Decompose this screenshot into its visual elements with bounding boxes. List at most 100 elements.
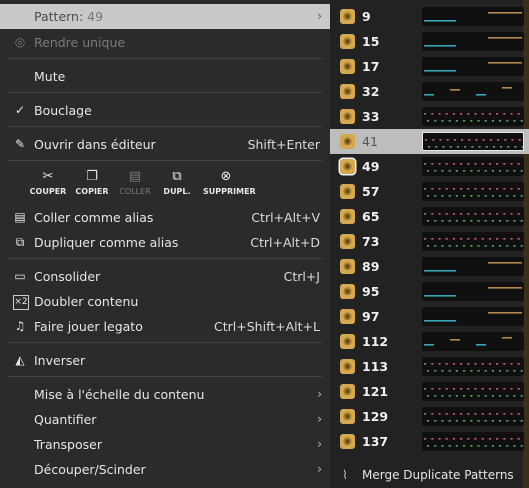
- pattern-number: 17: [362, 59, 380, 74]
- pattern-item[interactable]: ◉ 129: [330, 404, 529, 429]
- pattern-icon: ◉: [340, 434, 355, 449]
- pattern-preview-notes: [424, 188, 523, 197]
- tool-coller-button[interactable]: ▤ COLLER: [112, 168, 158, 198]
- tool-dupl-button[interactable]: ⧉ DUPL.: [154, 168, 200, 198]
- pattern-item[interactable]: ◉ 112: [330, 329, 529, 354]
- paperclip-icon: ⌇: [342, 468, 348, 482]
- pattern-preview: [422, 257, 524, 276]
- pattern-preview-notes: [424, 113, 523, 122]
- menu-item-legato[interactable]: ♫ Faire jouer legato Ctrl+Shift+Alt+L: [0, 314, 330, 339]
- submenu-arrow-icon: ›: [317, 462, 322, 476]
- submenu-arrow-icon: ›: [317, 412, 322, 426]
- pattern-icon: ◉: [340, 259, 355, 274]
- submenu-arrow-icon: ›: [317, 437, 322, 451]
- pattern-number: 65: [362, 209, 380, 224]
- pattern-number: 49: [362, 159, 380, 174]
- pattern-item[interactable]: ◉ 113: [330, 354, 529, 379]
- pattern-preview: [422, 132, 524, 151]
- pattern-item[interactable]: ◉ 17: [330, 54, 529, 79]
- tool-supprimer-button[interactable]: ⊗ SUPPRIMER: [203, 168, 256, 198]
- pattern-item[interactable]: ◉ 137: [330, 429, 529, 454]
- menu-item-transposer[interactable]: Transposer ›: [0, 432, 330, 457]
- pattern-item[interactable]: ◉ 73: [330, 229, 529, 254]
- pattern-number: 89: [362, 259, 380, 274]
- menu-separator: [8, 342, 322, 343]
- menu-item-pattern[interactable]: Pattern: 49 ›: [0, 4, 330, 29]
- pattern-item[interactable]: ◉ 65: [330, 204, 529, 229]
- pattern-icon: ◉: [340, 84, 355, 99]
- pattern-item[interactable]: ◉ 41: [330, 129, 529, 154]
- pattern-item[interactable]: ◉ 32: [330, 79, 529, 104]
- pattern-preview-notes: [424, 438, 523, 447]
- pattern-preview-notes: [424, 238, 523, 247]
- context-menu: Pattern: 49 › ◎ Rendre unique Mute ✓ Bou…: [0, 0, 330, 488]
- pattern-preview-notes: [424, 262, 522, 272]
- menu-item-ouvrir-editeur[interactable]: ✎ Ouvrir dans éditeur Shift+Enter: [0, 132, 330, 157]
- pattern-label: Pattern:: [34, 9, 84, 24]
- pattern-icon: ◉: [340, 59, 355, 74]
- menu-separator: [8, 58, 322, 59]
- menu-item-decouper[interactable]: Découper/Scinder ›: [0, 457, 330, 482]
- pattern-item[interactable]: ◉ 9: [330, 4, 529, 29]
- pattern-preview-notes: [424, 312, 522, 322]
- pattern-preview: [422, 407, 524, 426]
- consolidate-icon: ▭: [14, 269, 26, 283]
- pattern-number: 15: [362, 34, 380, 49]
- pattern-item[interactable]: ◉ 95: [330, 279, 529, 304]
- pattern-item[interactable]: ◉ 49: [330, 154, 529, 179]
- reverse-icon: ◭: [15, 353, 25, 367]
- pattern-icon: ◉: [340, 209, 355, 224]
- tool-copier-button[interactable]: ❐ COPIER: [69, 168, 115, 198]
- pattern-item[interactable]: ◉ 89: [330, 254, 529, 279]
- submenu-arrow-icon: ›: [317, 9, 322, 23]
- menu-item-quantifier[interactable]: Quantifier ›: [0, 407, 330, 432]
- tool-couper-button[interactable]: ✂ COUPER: [25, 168, 71, 198]
- pattern-preview-notes: [424, 337, 512, 346]
- menu-item-mise-echelle[interactable]: Mise à l'échelle du contenu ›: [0, 382, 330, 407]
- menu-item-coller-alias[interactable]: ▤ Coller comme alias Ctrl+Alt+V: [0, 205, 330, 230]
- pattern-icon: ◉: [340, 109, 355, 124]
- pattern-item[interactable]: ◉ 57: [330, 179, 529, 204]
- pattern-preview: [422, 282, 524, 301]
- menu-item-dupliquer-alias[interactable]: ⧉ Dupliquer comme alias Ctrl+Alt+D: [0, 230, 330, 255]
- pattern-preview: [422, 57, 524, 76]
- pattern-preview: [422, 157, 524, 176]
- edit-icon: ✎: [14, 137, 26, 151]
- menu-item-doubler[interactable]: ×2 Doubler contenu: [0, 289, 330, 314]
- pattern-number: 33: [362, 109, 380, 124]
- pattern-preview-notes: [424, 363, 523, 372]
- pattern-preview-notes: [424, 87, 512, 96]
- pattern-preview: [422, 332, 524, 351]
- pattern-icon: ◉: [340, 284, 355, 299]
- legato-icon: ♫: [14, 319, 26, 333]
- pattern-icon: ◉: [340, 384, 355, 399]
- pattern-value: 49: [87, 9, 104, 24]
- pattern-number: 73: [362, 234, 380, 249]
- menu-item-inverser[interactable]: ◭ Inverser: [0, 348, 330, 373]
- pattern-number: 129: [362, 409, 389, 424]
- pattern-preview-notes: [424, 12, 522, 22]
- pattern-preview: [422, 382, 524, 401]
- duplicate-icon: ⧉: [172, 169, 182, 184]
- pattern-item[interactable]: ◉ 15: [330, 29, 529, 54]
- menu-item-consolider[interactable]: ▭ Consolider Ctrl+J: [0, 264, 330, 289]
- pattern-item[interactable]: ◉ 33: [330, 104, 529, 129]
- pattern-preview-notes: [424, 62, 522, 72]
- merge-duplicate-patterns-button[interactable]: ⌇ Merge Duplicate Patterns: [330, 463, 529, 488]
- pattern-item[interactable]: ◉ 97: [330, 304, 529, 329]
- pattern-number: 9: [362, 9, 371, 24]
- pattern-preview-notes: [424, 163, 523, 172]
- pattern-preview-notes: [424, 388, 523, 397]
- menu-separator: [8, 92, 322, 93]
- pattern-preview: [422, 207, 524, 226]
- menu-item-bouclage[interactable]: ✓ Bouclage: [0, 98, 330, 123]
- pattern-preview: [422, 307, 524, 326]
- menu-item-mute[interactable]: Mute: [0, 64, 330, 89]
- pattern-icon: ◉: [340, 334, 355, 349]
- pattern-item[interactable]: ◉ 121: [330, 379, 529, 404]
- pattern-icon: ◉: [340, 159, 355, 174]
- pattern-icon: ◉: [340, 184, 355, 199]
- submenu-arrow-icon: ›: [317, 387, 322, 401]
- scissors-icon: ✂: [42, 169, 54, 184]
- menu-item-rendre-unique[interactable]: ◎ Rendre unique: [0, 30, 330, 55]
